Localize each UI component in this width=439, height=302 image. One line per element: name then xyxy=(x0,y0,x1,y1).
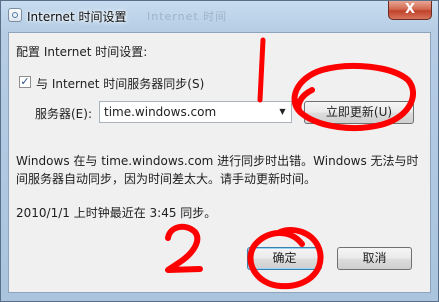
close-icon: X xyxy=(404,2,416,17)
dialog-window: Internet 时间设置 Internet 时间 X 配置 Internet … xyxy=(0,0,439,302)
server-combobox[interactable]: time.windows.com ▼ xyxy=(99,101,292,123)
title-bar[interactable]: Internet 时间设置 Internet 时间 xyxy=(1,1,438,31)
settings-heading: 配置 Internet 时间设置: xyxy=(16,45,148,59)
error-message-line-2: 间服务器自动同步，因为时间差太大。请手动更新时间。 xyxy=(16,172,317,186)
server-label: 服务器(E): xyxy=(35,107,92,121)
chevron-down-icon[interactable]: ▼ xyxy=(275,103,290,121)
window-title: Internet 时间设置 xyxy=(27,10,127,24)
sync-checkbox-label[interactable]: 与 Internet 时间服务器同步(S) xyxy=(36,75,204,92)
close-button[interactable]: X xyxy=(388,1,432,20)
background-window-title: Internet 时间 xyxy=(147,10,228,23)
ok-button[interactable]: 确定 xyxy=(247,247,322,270)
check-icon: ✓ xyxy=(20,75,30,88)
update-now-button[interactable]: 立即更新(U) xyxy=(304,101,414,124)
server-value[interactable]: time.windows.com xyxy=(104,105,216,119)
last-sync-status: 2010/1/1 上时钟最近在 3:45 同步。 xyxy=(16,206,217,220)
cancel-button[interactable]: 取消 xyxy=(337,247,412,270)
sync-checkbox[interactable]: ✓ xyxy=(19,76,31,88)
clock-icon xyxy=(8,8,22,22)
error-message-line-1: Windows 在与 time.windows.com 进行同步时出错。Wind… xyxy=(16,154,419,168)
dialog-content: 配置 Internet 时间设置: ✓ 与 Internet 时间服务器同步(S… xyxy=(8,32,431,293)
